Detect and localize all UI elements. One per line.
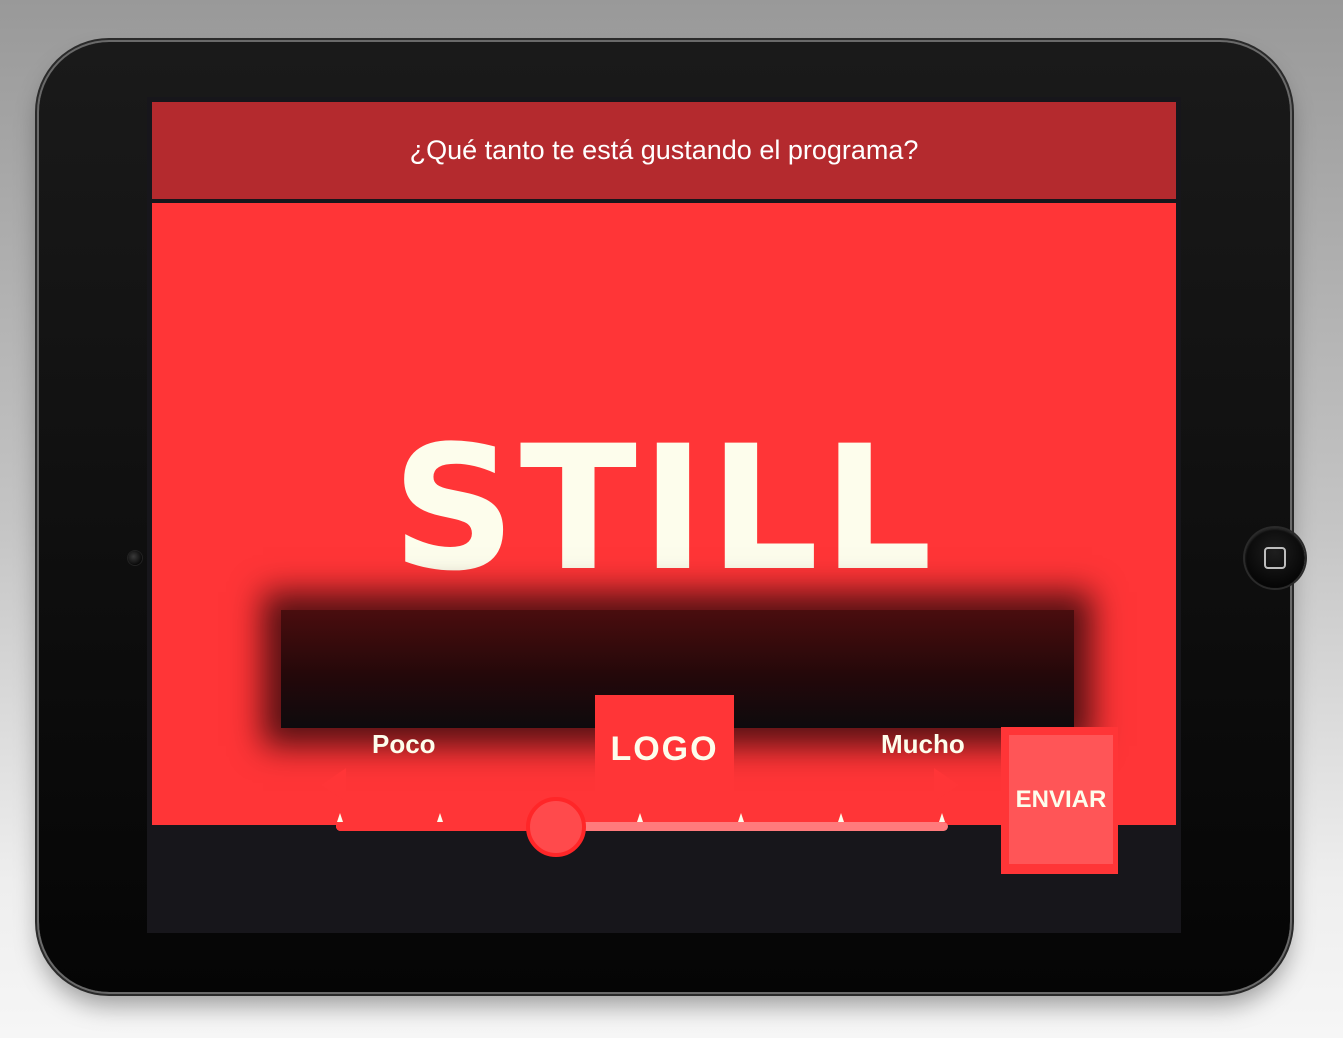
front-camera-icon [128, 551, 142, 565]
rating-slider-handle[interactable] [526, 797, 587, 857]
home-square-icon [1264, 547, 1286, 569]
submit-button[interactable]: ENVIAR [1001, 727, 1118, 874]
slider-tick [838, 813, 844, 822]
submit-button-label: ENVIAR [1009, 735, 1113, 864]
slider-tick [939, 813, 945, 822]
rating-min-label: Poco [372, 729, 436, 759]
logo: LOGO [595, 695, 734, 823]
question-header: ¿Qué tanto te está gustando el programa? [152, 102, 1176, 199]
rating-slider-fill [336, 822, 557, 831]
rating-max-label: Mucho [881, 729, 965, 759]
increase-arrow-icon[interactable] [934, 768, 959, 802]
rating-slider-track[interactable] [336, 822, 948, 831]
slider-tick [437, 813, 443, 822]
question-text: ¿Qué tanto te está gustando el programa? [409, 135, 919, 165]
home-button[interactable] [1245, 528, 1305, 588]
still-placeholder-text: STILL [391, 408, 937, 609]
slider-tick [337, 813, 343, 822]
slider-tick [738, 813, 744, 822]
decrease-arrow-icon[interactable] [321, 768, 346, 802]
slider-tick [637, 813, 643, 822]
